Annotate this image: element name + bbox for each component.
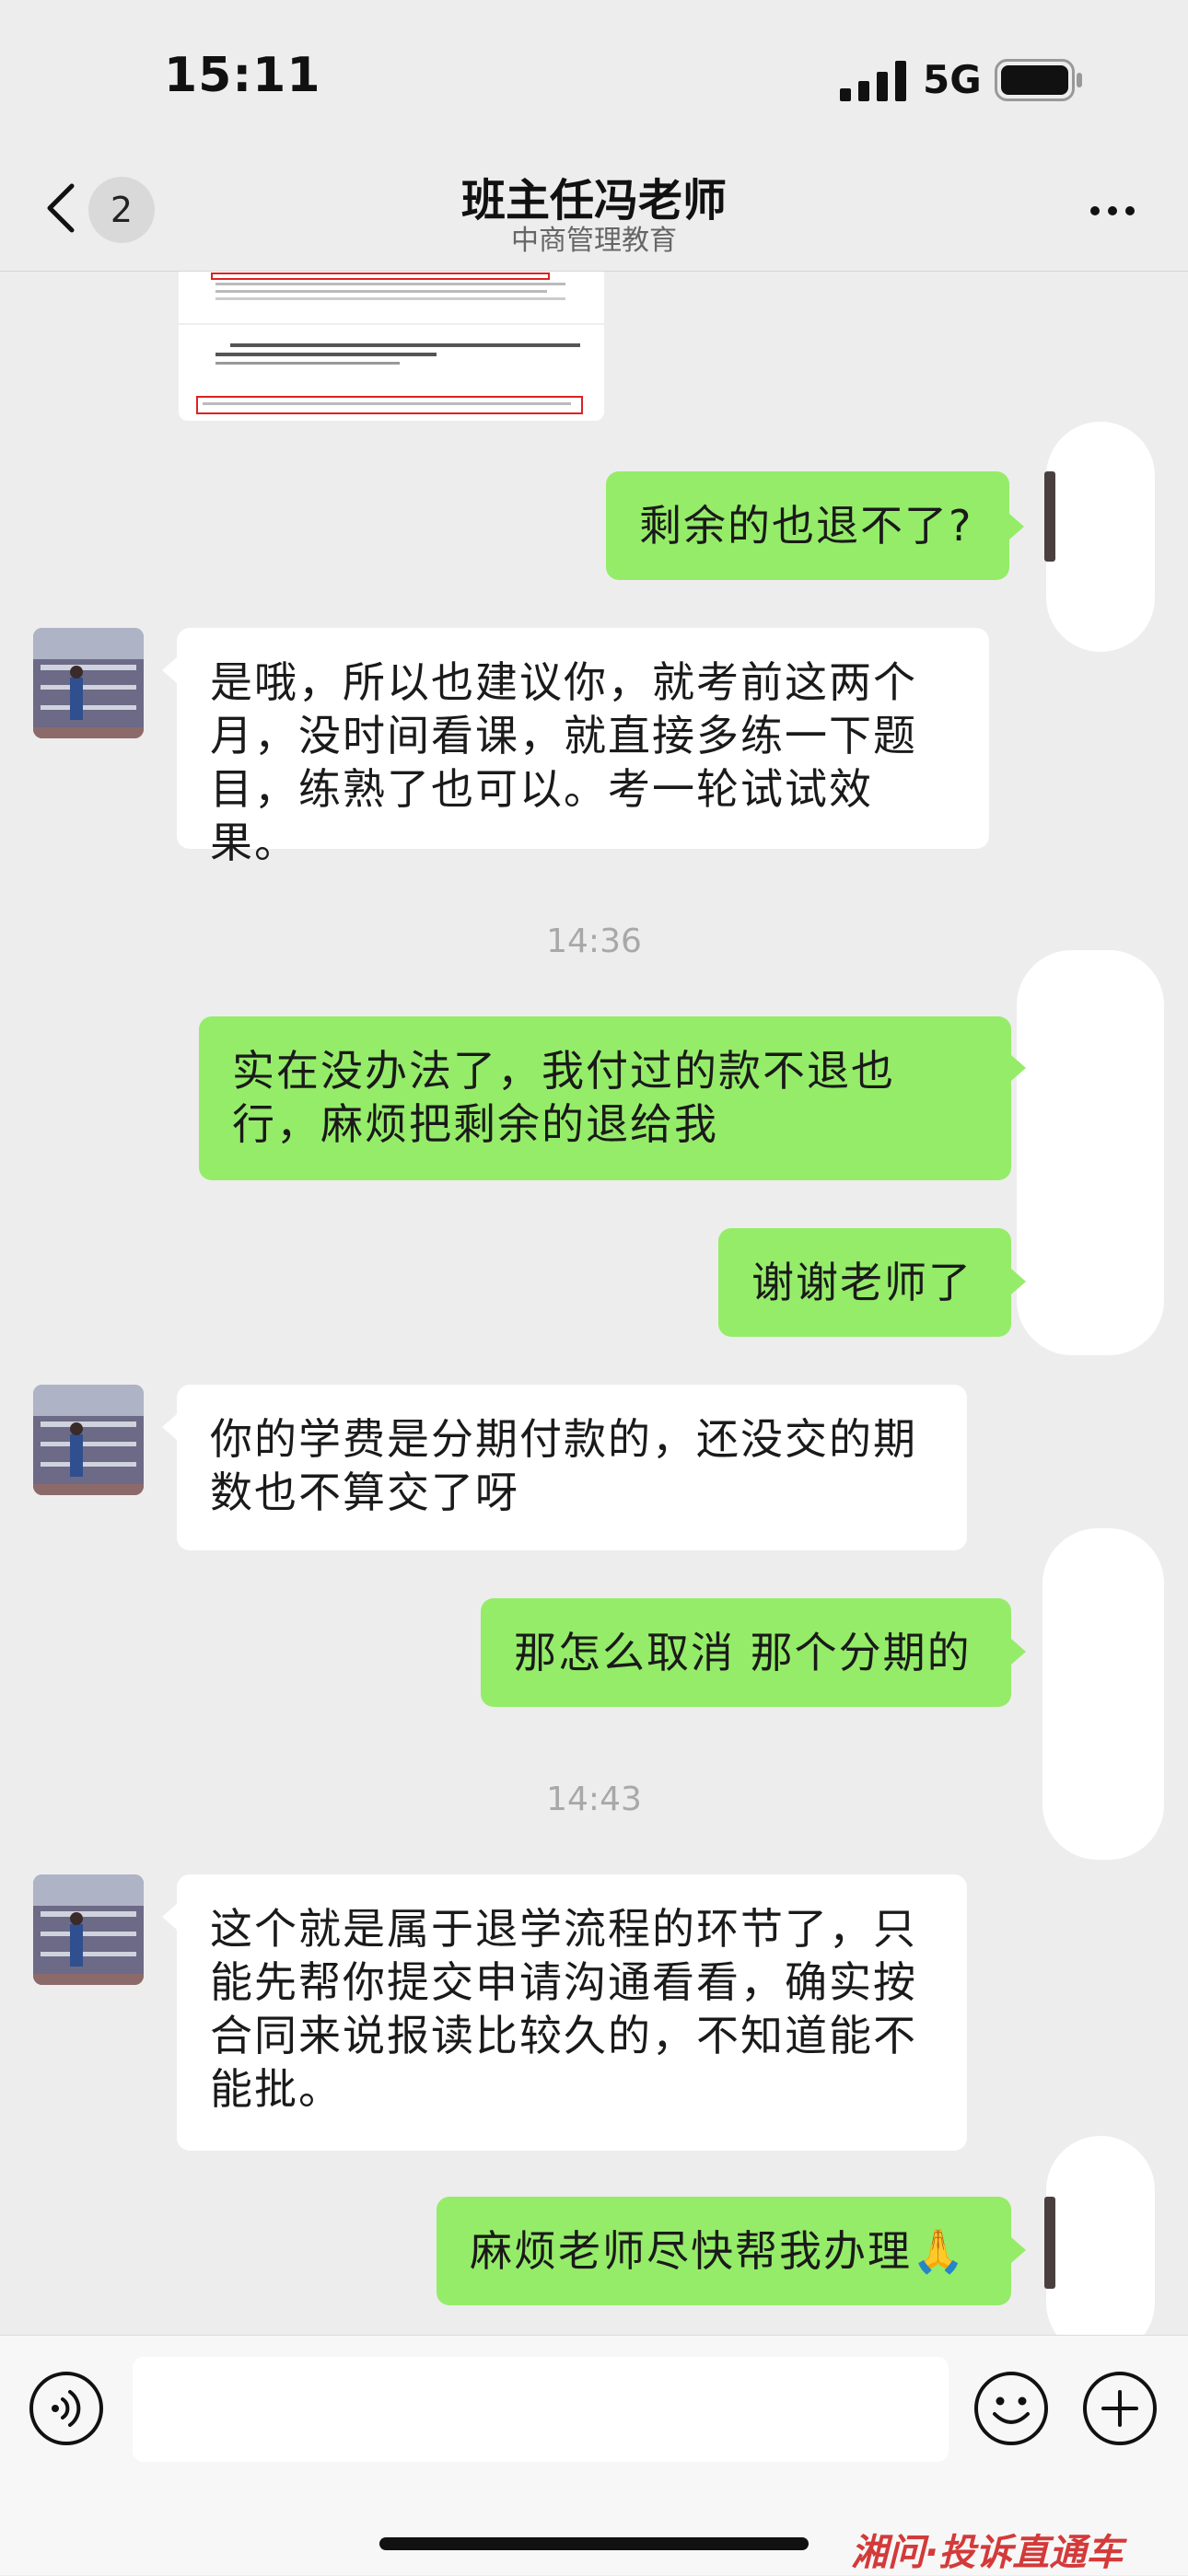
message-bubble-received[interactable]: 是哦，所以也建议你，就考前这两个月，没时间看课，就直接多练一下题目，练熟了也可以… xyxy=(177,628,989,867)
bubble-tail xyxy=(1009,514,1024,540)
home-indicator[interactable] xyxy=(379,2537,809,2550)
network-label: 5G xyxy=(923,57,982,102)
document-image[interactable] xyxy=(179,272,604,421)
message-bubble-received[interactable]: 你的学费是分期付款的，还没交的期数也不算交了呀 xyxy=(177,1385,967,1550)
avatar-edge xyxy=(1044,2197,1055,2289)
message-bubble-sent[interactable]: 麻烦老师尽快帮我办理🙏 xyxy=(437,2197,1011,2305)
bubble-tail xyxy=(162,1414,177,1440)
message-bubble-sent[interactable]: 实在没办法了，我付过的款不退也行，麻烦把剩余的退给我 xyxy=(199,1016,1011,1180)
message-input[interactable] xyxy=(133,2357,949,2462)
bubble-tail xyxy=(1011,1055,1026,1081)
message-bubble-received[interactable]: 这个就是属于退学流程的环节了，只能先帮你提交申请沟通看看，确实按合同来说报读比较… xyxy=(177,1874,967,2151)
redacted-avatar xyxy=(1046,422,1155,652)
message-bubble-sent[interactable]: 剩余的也退不了? xyxy=(606,471,1009,580)
status-time: 15:11 xyxy=(164,48,321,103)
voice-icon[interactable] xyxy=(28,2370,105,2447)
avatar-edge xyxy=(1044,471,1055,562)
bubble-tail xyxy=(1011,2237,1026,2263)
avatar[interactable] xyxy=(33,1874,144,1985)
timestamp: 14:36 xyxy=(546,922,642,960)
avatar[interactable] xyxy=(33,628,144,738)
message-bubble-sent[interactable]: 那怎么取消 那个分期的 xyxy=(481,1598,1011,1707)
watermark-logo: 湘问·投诉直通车 xyxy=(851,2532,1124,2574)
chat-subtitle: 中商管理教育 xyxy=(511,225,677,257)
avatar[interactable] xyxy=(33,1385,144,1495)
battery-icon xyxy=(995,59,1082,101)
bubble-tail xyxy=(162,657,177,683)
bubble-tail xyxy=(162,1904,177,1930)
bubble-tail xyxy=(1011,1639,1026,1665)
plus-icon[interactable] xyxy=(1081,2370,1159,2447)
emoji-icon[interactable] xyxy=(973,2370,1050,2447)
redacted-avatar xyxy=(1017,950,1164,1355)
signal-icon xyxy=(840,61,906,101)
timestamp: 14:43 xyxy=(546,1781,642,1818)
bubble-tail xyxy=(1011,1269,1026,1294)
message-bubble-sent[interactable]: 谢谢老师了 xyxy=(718,1228,1011,1337)
redacted-avatar xyxy=(1046,2136,1155,2357)
more-dots-icon[interactable] xyxy=(1089,204,1136,217)
